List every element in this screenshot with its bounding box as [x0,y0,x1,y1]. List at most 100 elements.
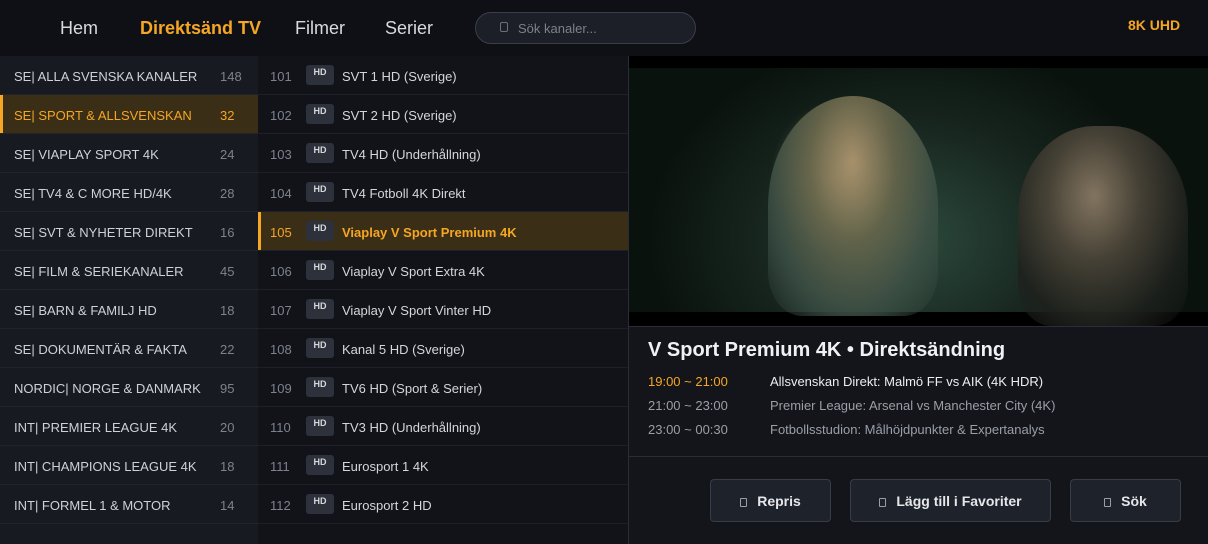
nav-live-tv[interactable]: Direktsänd TV [140,18,261,39]
replay-button-label: Repris [757,492,801,509]
hd-badge: HD [306,338,334,358]
channel-number: 103 [270,147,292,162]
category-item[interactable]: SE| BARN & FAMILJ HD 18 [0,290,258,329]
search-box[interactable] [475,12,696,44]
category-count: 32 [220,108,235,123]
category-count: 16 [220,225,235,240]
category-count: 18 [220,459,235,474]
category-item[interactable]: SE| ALLA SVENSKA KANALER 148 [0,56,258,95]
nav-home[interactable]: Hem [60,18,98,39]
channel-number: 111 [270,459,290,474]
channel-name: SVT 2 HD (Sverige) [342,108,457,123]
player-pane: V Sport Premium 4K • Direktsändning 19:0… [628,56,1208,544]
category-item[interactable]: SE| VIAPLAY SPORT 4K 24 [0,134,258,173]
search-input[interactable] [518,13,688,43]
category-label: NORDIC| NORGE & DANMARK [14,381,201,396]
hd-badge: HD [306,416,334,436]
channel-item[interactable]: 104 HD TV4 Fotboll 4K Direkt [258,173,628,212]
search-icon [500,22,508,32]
search-button-label: Sök [1121,492,1147,509]
category-item[interactable]: INT| CHAMPIONS LEAGUE 4K 18 [0,446,258,485]
replay-button[interactable]: Repris [710,479,831,522]
category-label: SE| SPORT & ALLSVENSKAN [14,108,192,123]
hd-badge: HD [306,221,334,241]
channel-number: 108 [270,342,292,357]
channel-name: Viaplay V Sport Extra 4K [342,264,485,279]
category-item[interactable]: SE| DOKUMENTÄR & FAKTA 22 [0,329,258,368]
epg-program: Allsvenskan Direkt: Malmö FF vs AIK (4K … [770,374,1044,389]
hd-badge: HD [306,182,334,202]
category-label: SE| SVT & NYHETER DIREKT [14,225,193,240]
channel-number: 104 [270,186,292,201]
epg-time: 21:00 ~ 23:00 [648,398,728,413]
channel-number: 110 [270,420,291,435]
hd-badge: HD [306,143,334,163]
channel-item[interactable]: 112 HD Eurosport 2 HD [258,485,628,524]
video-figure-right [1018,126,1188,326]
channel-number: 106 [270,264,292,279]
channel-item[interactable]: 111 HD Eurosport 1 4K [258,446,628,485]
category-item[interactable]: NORDIC| NORGE & DANMARK 95 [0,368,258,407]
video-figure-left [768,96,938,316]
channel-item[interactable]: 106 HD Viaplay V Sport Extra 4K [258,251,628,290]
program-info: V Sport Premium 4K • Direktsändning 19:0… [628,326,1208,456]
category-item[interactable]: SE| SVT & NYHETER DIREKT 16 [0,212,258,251]
channel-number: 102 [270,108,292,123]
category-item-selected[interactable]: SE| SPORT & ALLSVENSKAN 32 [0,95,258,134]
channel-item[interactable]: 101 HD SVT 1 HD (Sverige) [258,56,628,95]
epg-time: 19:00 ~ 21:00 [648,374,728,389]
video-player[interactable] [628,56,1208,326]
channel-name: Kanal 5 HD (Sverige) [342,342,465,357]
channel-list: 101 HD SVT 1 HD (Sverige) 102 HD SVT 2 H… [258,56,628,544]
category-label: INT| PREMIER LEAGUE 4K [14,420,178,435]
channel-item[interactable]: 103 HD TV4 HD (Underhållning) [258,134,628,173]
category-item[interactable]: SE| TV4 & C MORE HD/4K 28 [0,173,258,212]
search-button[interactable]: Sök [1070,479,1181,522]
category-count: 24 [220,147,235,162]
channel-name: Viaplay V Sport Premium 4K [342,225,517,240]
category-label: INT| FORMEL 1 & MOTOR [14,498,171,513]
channel-item[interactable]: 110 HD TV3 HD (Underhållning) [258,407,628,446]
channel-name: Viaplay V Sport Vinter HD [342,303,492,318]
channel-number: 109 [270,381,292,396]
category-label: SE| ALLA SVENSKA KANALER [14,69,198,84]
channel-number: 105 [270,225,292,240]
channel-name: TV3 HD (Underhållning) [342,420,481,435]
category-count: 18 [220,303,235,318]
hd-badge: HD [306,377,334,397]
category-label: SE| TV4 & C MORE HD/4K [14,186,172,201]
epg-time: 23:00 ~ 00:30 [648,422,728,437]
category-item[interactable]: SE| FILM & SERIEKANALER 45 [0,251,258,290]
nav-movies[interactable]: Filmer [295,18,345,39]
favorite-icon [879,497,887,507]
category-label: INT| CHAMPIONS LEAGUE 4K [14,459,197,474]
category-label: SE| DOKUMENTÄR & FAKTA [14,342,187,357]
channel-item[interactable]: 109 HD TV6 HD (Sport & Serier) [258,368,628,407]
channel-number: 101 [270,69,292,84]
epg-program: Fotbollsstudion: Målhöjdpunkter & Expert… [770,422,1045,437]
now-playing-title: V Sport Premium 4K • Direktsändning [648,339,1006,361]
category-count: 95 [220,381,235,396]
add-favorite-button[interactable]: Lägg till i Favoriter [850,479,1051,522]
channel-item[interactable]: 107 HD Viaplay V Sport Vinter HD [258,290,628,329]
channel-name: SVT 1 HD (Sverige) [342,69,457,84]
channel-name: Eurosport 2 HD [342,498,432,513]
channel-item[interactable]: 108 HD Kanal 5 HD (Sverige) [258,329,628,368]
channel-item-selected[interactable]: 105 HD Viaplay V Sport Premium 4K [258,212,628,251]
channel-item[interactable]: 102 HD SVT 2 HD (Sverige) [258,95,628,134]
channel-name: Eurosport 1 4K [342,459,429,474]
category-item[interactable]: INT| FORMEL 1 & MOTOR 14 [0,485,258,524]
category-count: 14 [220,498,235,513]
action-bar: Repris Lägg till i Favoriter Sök [628,456,1208,544]
category-list: SE| ALLA SVENSKA KANALER 148 SE| SPORT &… [0,56,258,544]
category-count: 45 [220,264,235,279]
category-count: 28 [220,186,235,201]
category-label: SE| VIAPLAY SPORT 4K [14,147,159,162]
category-item[interactable]: INT| PREMIER LEAGUE 4K 20 [0,407,258,446]
add-favorite-button-label: Lägg till i Favoriter [896,492,1022,509]
hd-badge: HD [306,299,334,319]
category-count: 22 [220,342,235,357]
nav-series[interactable]: Serier [385,18,433,39]
channel-number: 112 [270,498,291,513]
replay-icon [740,497,748,507]
